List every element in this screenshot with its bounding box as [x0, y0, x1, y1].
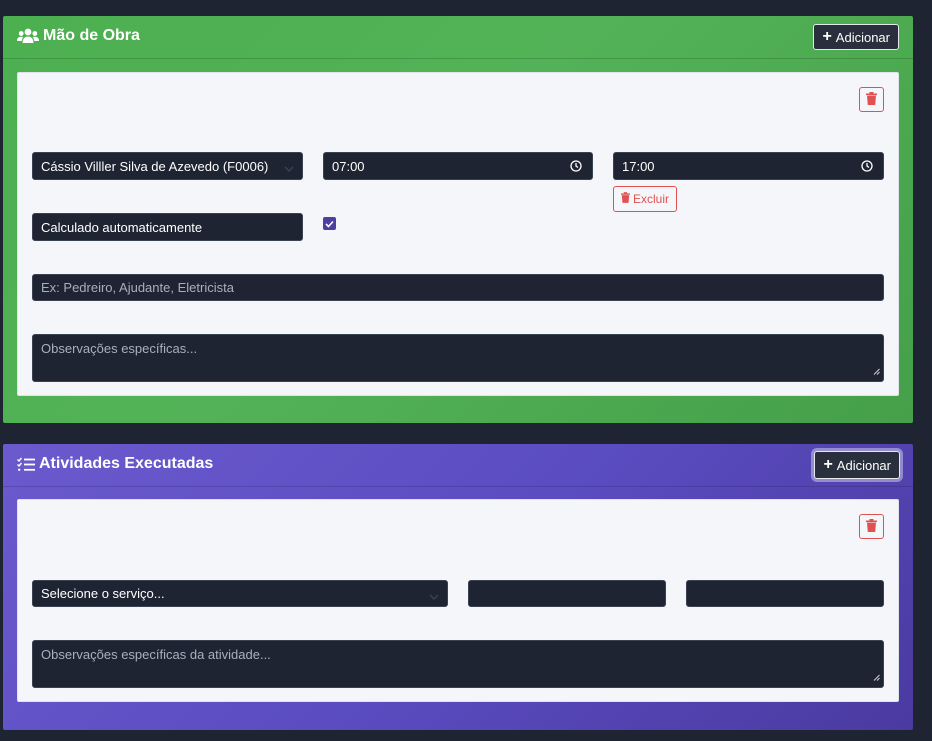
role-input[interactable]: Ex: Pedreiro, Ajudante, Eletricista	[32, 274, 884, 301]
delete-button[interactable]: Excluir	[613, 186, 678, 212]
activity-entry: Selecione o serviço... Observações espec…	[17, 499, 899, 702]
trash-icon	[866, 518, 877, 535]
unit-input[interactable]	[686, 580, 884, 607]
chevron-down-icon	[429, 589, 439, 604]
worker-select-value: Cássio Villler Silva de Azevedo (F0006)	[41, 158, 269, 174]
activities-card-header: Atividades Executadas + Adicionar	[3, 444, 913, 487]
activities-title: Atividades Executadas	[17, 455, 213, 473]
activity-notes-placeholder: Observações específicas da atividade...	[41, 647, 271, 662]
activity-notes-textarea[interactable]: Observações específicas da atividade...	[32, 640, 884, 688]
delete-label: Excluir	[633, 192, 670, 206]
activity-remove-entry-button[interactable]	[859, 514, 884, 539]
end-time-input[interactable]: 17:00	[613, 152, 884, 180]
start-time-input[interactable]: 07:00	[323, 152, 593, 180]
clock-icon	[861, 160, 873, 175]
plus-icon: +	[822, 28, 832, 45]
service-select[interactable]: Selecione o serviço...	[32, 580, 448, 607]
service-select-value: Selecione o serviço...	[41, 586, 165, 601]
labor-remove-entry-button[interactable]	[859, 87, 884, 112]
tasks-icon	[17, 457, 35, 472]
activities-card: Atividades Executadas + Adicionar Seleci…	[3, 444, 913, 730]
end-time-value: 17:00	[622, 158, 655, 174]
labor-notes-textarea[interactable]: Observações específicas...	[32, 334, 884, 382]
trash-icon	[621, 192, 630, 206]
activities-title-text: Atividades Executadas	[39, 455, 214, 472]
users-icon	[17, 28, 39, 44]
labor-entry: Cássio Villler Silva de Azevedo (F0006) …	[17, 72, 899, 396]
resize-handle-icon[interactable]	[873, 669, 880, 684]
labor-title: Mão de Obra	[17, 27, 140, 45]
labor-card-header: Mão de Obra + Adicionar	[3, 16, 913, 59]
clock-icon	[570, 160, 582, 175]
trash-icon	[866, 91, 877, 108]
plus-icon: +	[823, 456, 833, 473]
labor-title-text: Mão de Obra	[43, 27, 140, 44]
chevron-down-icon	[284, 161, 294, 176]
quantity-input[interactable]	[468, 580, 666, 607]
role-input-placeholder: Ex: Pedreiro, Ajudante, Eletricista	[41, 280, 234, 295]
activities-add-button[interactable]: + Adicionar	[814, 451, 900, 479]
labor-notes-placeholder: Observações específicas...	[41, 341, 198, 356]
labor-card: Mão de Obra + Adicionar Cássio Villler S…	[3, 16, 913, 423]
labor-add-label: Adicionar	[835, 29, 890, 45]
hours-field-value: Calculado automaticamente	[41, 219, 203, 235]
resize-handle-icon[interactable]	[873, 363, 880, 378]
labor-add-button[interactable]: + Adicionar	[813, 24, 899, 50]
auto-calc-checkbox[interactable]	[323, 217, 336, 230]
hours-field: Calculado automaticamente	[32, 213, 303, 241]
worker-select[interactable]: Cássio Villler Silva de Azevedo (F0006)	[32, 152, 303, 180]
start-time-value: 07:00	[332, 158, 365, 174]
activities-add-label: Adicionar	[836, 457, 891, 473]
